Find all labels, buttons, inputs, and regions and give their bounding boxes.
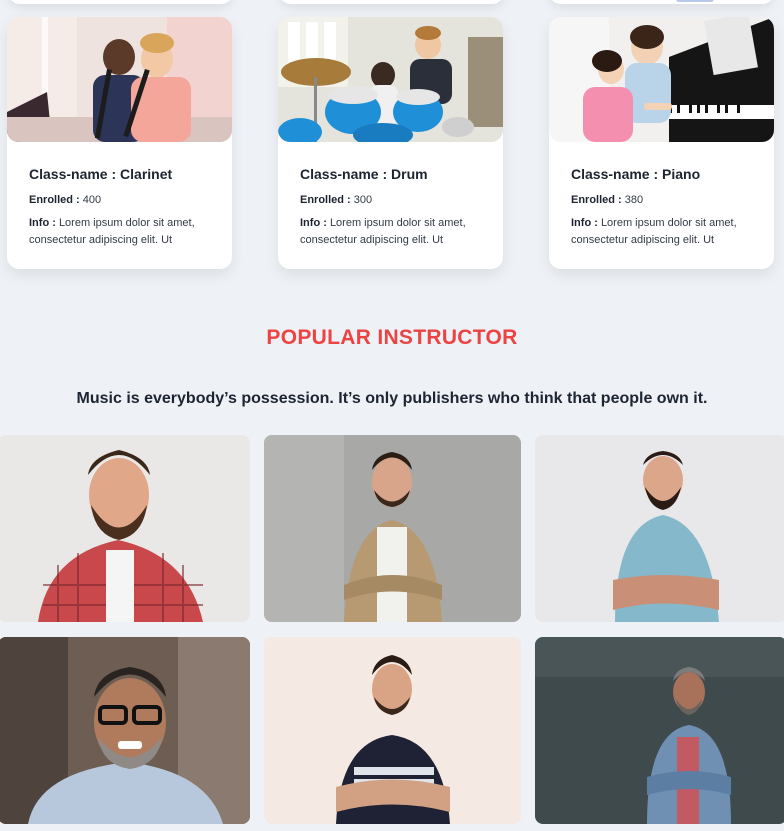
section-quote: Music is everybody’s possession. It’s on… bbox=[76, 390, 708, 407]
class-info: Info : Lorem ipsum dolor sit amet, conse… bbox=[29, 217, 195, 246]
section-title: POPULAR INSTRUCTOR bbox=[266, 326, 518, 349]
class-card-clarinet[interactable]: Class-name : Clarinet Enrolled : 400 Inf… bbox=[7, 17, 232, 269]
enrolled-count: Enrolled : 300 bbox=[300, 194, 373, 206]
previous-card-bottom bbox=[279, 0, 504, 4]
instructor-photo[interactable] bbox=[535, 435, 784, 622]
class-info: Info : Lorem ipsum dolor sit amet, conse… bbox=[300, 217, 466, 246]
enrolled-count: Enrolled : 380 bbox=[571, 194, 644, 206]
instructor-photo[interactable] bbox=[535, 637, 784, 824]
previous-card-bottom bbox=[549, 0, 774, 4]
instructor-photo[interactable] bbox=[264, 637, 521, 824]
previous-card-bottom bbox=[8, 0, 233, 4]
previous-card-button[interactable] bbox=[676, 0, 714, 2]
class-image-drum bbox=[278, 17, 503, 142]
class-card-piano[interactable]: Class-name : Piano Enrolled : 380 Info :… bbox=[549, 17, 774, 269]
class-info: Info : Lorem ipsum dolor sit amet, conse… bbox=[571, 217, 737, 246]
class-image-clarinet bbox=[7, 17, 232, 142]
class-name: Class-name : Drum bbox=[300, 166, 428, 182]
enrolled-count: Enrolled : 400 bbox=[29, 194, 102, 206]
class-card-drum[interactable]: Class-name : Drum Enrolled : 300 Info : … bbox=[278, 17, 503, 269]
instructor-photo[interactable] bbox=[0, 435, 250, 622]
instructor-photo[interactable] bbox=[264, 435, 521, 622]
instructor-photo[interactable] bbox=[0, 637, 250, 824]
class-name: Class-name : Clarinet bbox=[29, 166, 173, 182]
class-image-piano bbox=[549, 17, 774, 142]
class-name: Class-name : Piano bbox=[571, 166, 701, 182]
